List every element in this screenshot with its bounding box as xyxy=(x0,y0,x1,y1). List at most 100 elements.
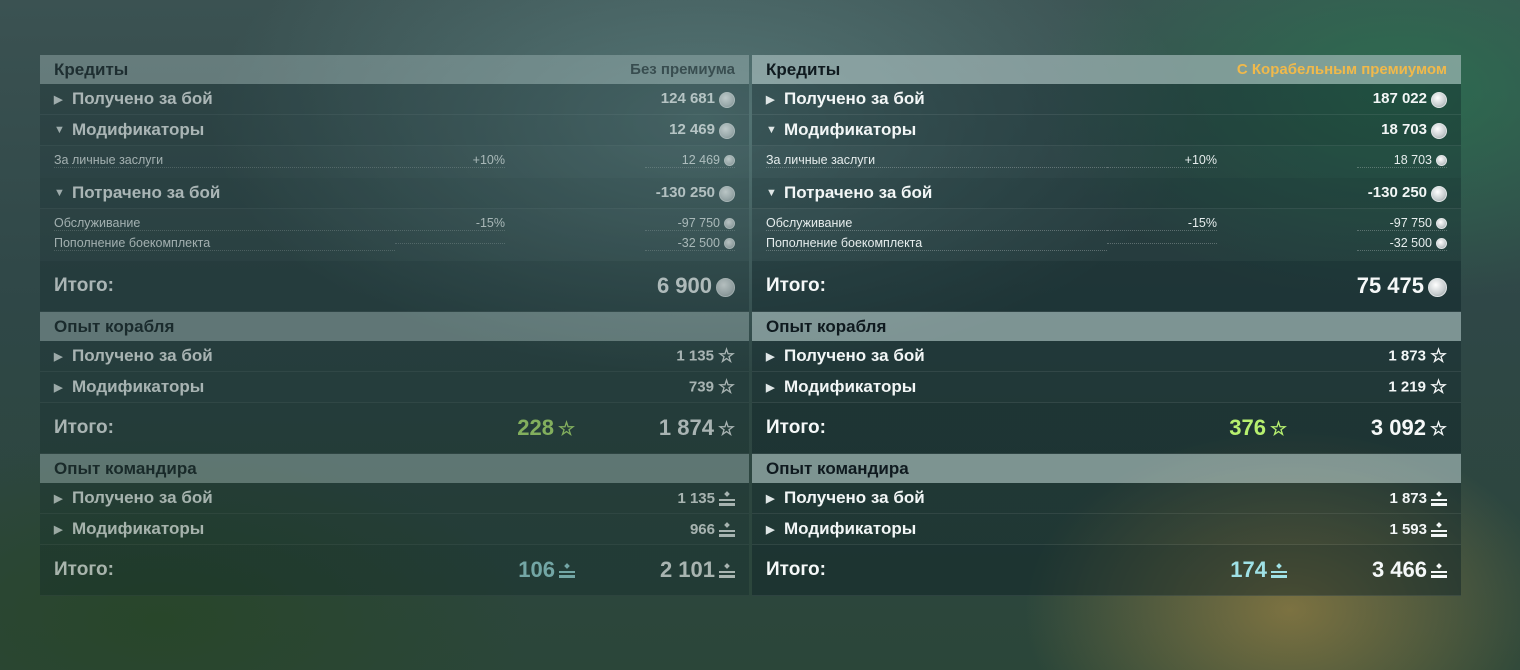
credits-header: Кредиты С Корабельным премиумом xyxy=(752,55,1461,84)
subrow-percent: -15% xyxy=(1107,216,1217,231)
coin-icon xyxy=(724,237,735,249)
coin-icon xyxy=(1436,237,1447,249)
row-value: -130 250 xyxy=(1368,184,1447,202)
commander-xp-icon xyxy=(1431,521,1447,537)
commander-xp-modifiers-row[interactable]: ▶ Модификаторы 1 593 xyxy=(752,514,1461,545)
coin-icon xyxy=(719,122,735,139)
ship-xp-received-row[interactable]: ▶ Получено за бой 1 135 ☆ xyxy=(40,341,749,372)
caret-right-icon: ▶ xyxy=(54,492,63,505)
subrow-label: Пополнение боекомплекта xyxy=(54,236,395,251)
row-label: Модификаторы xyxy=(784,519,917,538)
ship-xp-modifiers-row[interactable]: ▶ Модификаторы 1 219 ☆ xyxy=(752,372,1461,403)
row-label: Модификаторы xyxy=(784,377,917,396)
commander-xp-icon xyxy=(719,521,735,537)
caret-down-icon: ▼ xyxy=(54,124,65,136)
ship-xp-received-row[interactable]: ▶ Получено за бой 1 873 ☆ xyxy=(752,341,1461,372)
caret-right-icon: ▶ xyxy=(54,523,63,536)
commander-xp-received-row[interactable]: ▶ Получено за бой 1 873 xyxy=(752,483,1461,514)
row-value: 1 135 xyxy=(677,490,735,507)
credits-received-row[interactable]: ▶ Получено за бой 124 681 xyxy=(40,84,749,115)
ship-xp-total-row: Итого: 376 ☆ 3 092 ☆ xyxy=(752,403,1461,454)
commander-xp-title: Опыт командира xyxy=(766,458,909,478)
caret-down-icon: ▼ xyxy=(54,187,65,199)
service-subrow: Обслуживание -15% -97 750 xyxy=(40,209,749,233)
total-label: Итого: xyxy=(54,275,114,296)
subrow-percent: -15% xyxy=(395,216,505,231)
row-label: Модификаторы xyxy=(784,120,917,139)
ammo-subrow: Пополнение боекомплекта -32 500 xyxy=(40,233,749,261)
total-label: Итого: xyxy=(54,559,114,580)
caret-right-icon: ▶ xyxy=(54,93,63,106)
row-value: 12 469 xyxy=(669,121,735,139)
ship-xp-header: Опыт корабля xyxy=(40,312,749,341)
subrow-value: 18 703 xyxy=(1357,153,1447,168)
ship-xp-title: Опыт корабля xyxy=(766,316,887,336)
coin-icon xyxy=(1436,217,1447,229)
row-value: 739 ☆ xyxy=(688,376,735,398)
subrow-value: -97 750 xyxy=(645,216,735,231)
row-label: Получено за бой xyxy=(72,488,213,507)
star-icon: ☆ xyxy=(1429,345,1447,367)
free-xp-value: 228 ☆ xyxy=(517,415,575,440)
coin-icon xyxy=(719,91,735,108)
commander-xp-icon xyxy=(1431,563,1447,579)
row-value: 187 022 xyxy=(1373,90,1447,108)
total-label: Итого: xyxy=(766,559,826,580)
row-value: 18 703 xyxy=(1381,121,1447,139)
coin-icon xyxy=(1428,277,1447,297)
credits-modifiers-row[interactable]: ▼ Модификаторы 18 703 xyxy=(752,115,1461,146)
row-label: Получено за бой xyxy=(72,89,213,108)
subrow-value: -97 750 xyxy=(1357,216,1447,231)
commander-xp-icon xyxy=(559,563,575,579)
credits-total-row: Итого: 75 475 xyxy=(752,261,1461,312)
commander-xp-icon xyxy=(719,563,735,579)
star-icon: ☆ xyxy=(717,345,735,367)
caret-right-icon: ▶ xyxy=(766,492,775,505)
commander-xp-title: Опыт командира xyxy=(54,458,197,478)
credits-total-row: Итого: 6 900 xyxy=(40,261,749,312)
subrow-percent: +10% xyxy=(1107,153,1217,168)
row-label: Получено за бой xyxy=(784,89,925,108)
ship-xp-modifiers-row[interactable]: ▶ Модификаторы 739 ☆ xyxy=(40,372,749,403)
free-xp-star-icon: ☆ xyxy=(1269,418,1287,440)
caret-right-icon: ▶ xyxy=(766,523,775,536)
subrow-percent xyxy=(395,242,505,244)
total-value: 2 101 xyxy=(615,557,735,583)
commander-xp-modifiers-row[interactable]: ▶ Модификаторы 966 xyxy=(40,514,749,545)
ship-premium-badge: С Корабельным премиумом xyxy=(1236,61,1447,78)
caret-right-icon: ▶ xyxy=(766,381,775,394)
caret-right-icon: ▶ xyxy=(766,350,775,363)
total-label: Итого: xyxy=(766,275,826,296)
credits-spent-row[interactable]: ▼ Потрачено за бой -130 250 xyxy=(40,178,749,209)
row-value: 1 873 ☆ xyxy=(1388,345,1447,367)
row-value: 966 xyxy=(690,521,735,538)
subrow-value: 12 469 xyxy=(645,153,735,168)
no-premium-badge: Без премиума xyxy=(630,61,735,78)
coin-icon xyxy=(1431,185,1447,202)
free-commander-xp-value: 106 xyxy=(475,557,575,583)
total-label: Итого: xyxy=(54,417,114,438)
subrow-label: За личные заслуги xyxy=(766,153,1107,168)
row-label: Получено за бой xyxy=(784,346,925,365)
star-icon: ☆ xyxy=(1429,418,1447,440)
credits-spent-row[interactable]: ▼ Потрачено за бой -130 250 xyxy=(752,178,1461,209)
commander-xp-received-row[interactable]: ▶ Получено за бой 1 135 xyxy=(40,483,749,514)
commander-xp-header: Опыт командира xyxy=(752,454,1461,483)
row-value: 1 593 xyxy=(1389,521,1447,538)
ship-xp-title: Опыт корабля xyxy=(54,316,175,336)
total-value: 3 466 xyxy=(1327,557,1447,583)
credits-received-row[interactable]: ▶ Получено за бой 187 022 xyxy=(752,84,1461,115)
row-label: Модификаторы xyxy=(72,120,205,139)
row-label: Получено за бой xyxy=(784,488,925,507)
caret-right-icon: ▶ xyxy=(54,381,63,394)
row-value: -130 250 xyxy=(656,184,735,202)
commander-xp-total-row: Итого: 106 2 101 xyxy=(40,545,749,596)
credits-modifiers-row[interactable]: ▼ Модификаторы 12 469 xyxy=(40,115,749,146)
commander-xp-icon xyxy=(1271,563,1287,579)
row-label: Получено за бой xyxy=(72,346,213,365)
caret-right-icon: ▶ xyxy=(766,93,775,106)
free-xp-value: 376 ☆ xyxy=(1229,415,1287,440)
caret-down-icon: ▼ xyxy=(766,124,777,136)
ship-xp-header: Опыт корабля xyxy=(752,312,1461,341)
subrow-value: -32 500 xyxy=(645,236,735,251)
